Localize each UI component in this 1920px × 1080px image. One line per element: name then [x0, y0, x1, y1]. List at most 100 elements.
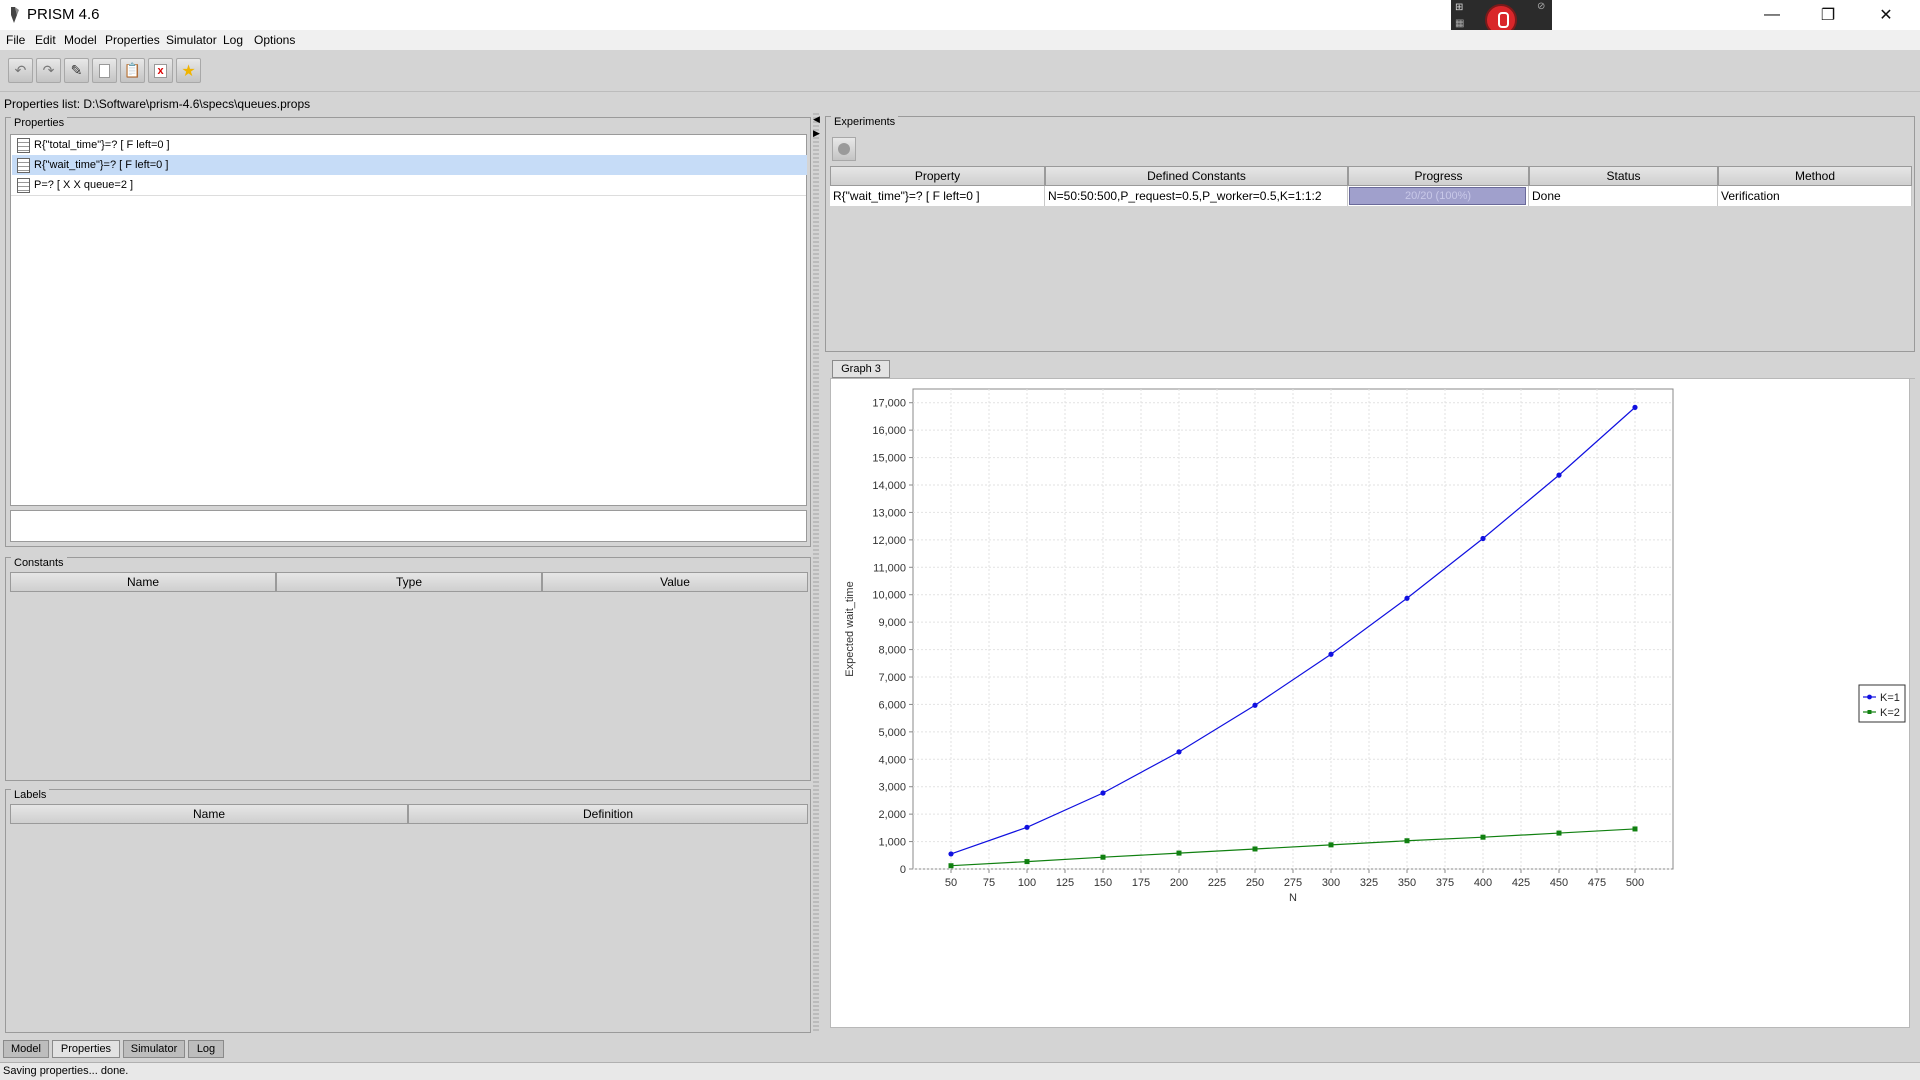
menu-file[interactable]: File: [6, 33, 25, 47]
redo-icon[interactable]: ↷: [36, 58, 61, 83]
property-text: R{"wait_time"}=? [ F left=0 ]: [34, 159, 169, 171]
column-definition[interactable]: Definition: [408, 804, 808, 824]
experiment-progress: 20/20 (100%): [1348, 186, 1529, 206]
edit-icon[interactable]: ✎: [64, 58, 89, 83]
y-tick-label: 9,000: [878, 617, 906, 629]
prism-logo-icon: [11, 7, 19, 23]
expand-right-icon[interactable]: ▶: [813, 128, 820, 139]
delete-icon[interactable]: x: [148, 58, 173, 83]
y-tick-label: 14,000: [872, 480, 906, 492]
stop-experiment-button[interactable]: [832, 137, 856, 161]
grid-icon[interactable]: ▦: [1455, 18, 1464, 29]
data-point-K=1: [948, 851, 954, 857]
y-tick-label: 12,000: [872, 535, 906, 547]
y-tick-label: 4,000: [878, 754, 906, 766]
undo-icon[interactable]: ↶: [8, 58, 33, 83]
properties-list: R{"total_time"}=? [ F left=0 ] R{"wait_t…: [10, 134, 807, 506]
x-tick-label: 75: [983, 877, 995, 889]
data-point-K=1: [1404, 595, 1410, 601]
properties-list-path: Properties list: D:\Software\prism-4.6\s…: [4, 97, 311, 111]
data-point-K=2: [1404, 838, 1410, 844]
x-tick-label: 500: [1626, 877, 1644, 889]
menu-model[interactable]: Model: [64, 33, 97, 47]
legend-marker: [1867, 710, 1872, 714]
y-tick-label: 15,000: [872, 453, 906, 465]
experiment-row[interactable]: R{"wait_time"}=? [ F left=0 ] N=50:50:50…: [830, 186, 1912, 206]
data-point-K=2: [1252, 846, 1258, 852]
data-point-K=1: [1632, 404, 1638, 410]
menu-properties[interactable]: Properties: [105, 33, 160, 47]
x-tick-label: 300: [1322, 877, 1340, 889]
expand-icon[interactable]: ⊞: [1455, 2, 1463, 13]
y-tick-label: 11,000: [873, 562, 906, 574]
tab-model[interactable]: Model: [3, 1040, 49, 1058]
y-tick-label: 10,000: [872, 590, 906, 602]
x-tick-label: 350: [1398, 877, 1416, 889]
camera-off-icon[interactable]: ⊘: [1537, 1, 1545, 12]
tab-simulator[interactable]: Simulator: [123, 1040, 185, 1058]
data-point-K=1: [1480, 535, 1486, 542]
toolbar: ↶ ↷ ✎ 📋 x ★: [0, 50, 1920, 92]
column-defined-constants[interactable]: Defined Constants: [1045, 166, 1348, 186]
experiment-constants: N=50:50:500,P_request=0.5,P_worker=0.5,K…: [1045, 186, 1348, 206]
x-axis-label: N: [1289, 892, 1297, 904]
menu-edit[interactable]: Edit: [35, 33, 56, 47]
column-name[interactable]: Name: [10, 572, 276, 592]
property-item[interactable]: P=? [ X X queue=2 ]: [12, 175, 817, 195]
legend-label: K=2: [1880, 707, 1900, 719]
data-point-K=1: [1328, 651, 1334, 657]
column-type[interactable]: Type: [276, 572, 542, 592]
experiments-panel: Experiments Property Defined Constants P…: [825, 116, 1915, 352]
menu-simulator[interactable]: Simulator: [166, 33, 217, 47]
x-tick-label: 250: [1246, 877, 1264, 889]
new-icon[interactable]: [92, 58, 117, 83]
progress-text: 20/20 (100%): [1404, 190, 1472, 202]
status-text: Saving properties... done.: [3, 1065, 129, 1077]
x-tick-label: 400: [1474, 877, 1492, 889]
x-tick-label: 425: [1512, 877, 1530, 889]
data-point-K=2: [1100, 854, 1106, 860]
data-point-K=1: [1100, 790, 1106, 796]
tab-properties[interactable]: Properties: [52, 1040, 120, 1058]
property-item[interactable]: R{"total_time"}=? [ F left=0 ]: [12, 135, 817, 155]
split-pane-divider[interactable]: [813, 113, 819, 1033]
star-icon[interactable]: ★: [176, 58, 201, 83]
column-progress[interactable]: Progress: [1348, 166, 1529, 186]
y-axis-label: Expected wait_time: [844, 581, 856, 676]
property-item-selected[interactable]: R{"wait_time"}=? [ F left=0 ]: [12, 155, 807, 175]
tab-graph-3[interactable]: Graph 3: [832, 360, 890, 378]
data-point-K=1: [1556, 472, 1562, 478]
constants-panel: Constants Name Type Value: [5, 557, 811, 781]
column-name[interactable]: Name: [10, 804, 408, 824]
property-doc-icon: [17, 137, 30, 153]
column-method[interactable]: Method: [1718, 166, 1912, 186]
data-point-K=2: [1556, 830, 1562, 836]
tab-log[interactable]: Log: [188, 1040, 224, 1058]
column-status[interactable]: Status: [1529, 166, 1718, 186]
stop-icon: [838, 143, 850, 155]
minimize-button[interactable]: —: [1744, 0, 1800, 30]
constants-panel-title: Constants: [11, 557, 67, 569]
property-text: P=? [ X X queue=2 ]: [34, 179, 134, 191]
data-point-K=2: [1328, 842, 1334, 848]
data-point-K=1: [1176, 749, 1182, 755]
line-chart[interactable]: 50 75 100 125 150 175 200 225 250 275 300 325 350 375…: [831, 379, 1909, 1027]
paste-icon[interactable]: 📋: [120, 58, 145, 83]
column-property[interactable]: Property: [830, 166, 1045, 186]
y-tick-label: 8,000: [878, 645, 906, 657]
column-value[interactable]: Value: [542, 572, 808, 592]
restore-button[interactable]: ❐: [1800, 0, 1856, 30]
property-comment-box[interactable]: [10, 510, 807, 542]
experiments-table-header: Property Defined Constants Progress Stat…: [830, 166, 1912, 186]
x-tick-label: 175: [1132, 877, 1150, 889]
y-tick-label: 17,000: [872, 398, 906, 410]
menu-log[interactable]: Log: [223, 33, 243, 47]
graph-tab-strip: Graph 3: [830, 357, 1915, 379]
collapse-left-icon[interactable]: ◀: [813, 114, 820, 125]
data-point-K=1: [1024, 824, 1030, 830]
data-point-K=2: [1632, 826, 1638, 832]
y-tick-label: 2,000: [878, 809, 906, 821]
close-button[interactable]: ✕: [1858, 0, 1914, 30]
y-tick-label: 6,000: [878, 699, 906, 711]
menu-options[interactable]: Options: [254, 33, 295, 47]
